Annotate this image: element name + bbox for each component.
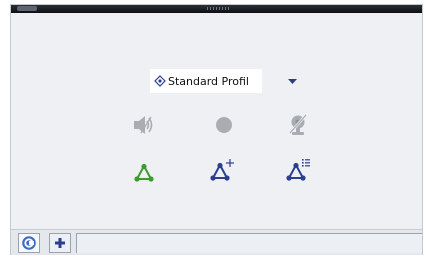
add-tab[interactable] xyxy=(49,233,71,253)
speaker-muted-icon xyxy=(134,116,153,134)
webcam-button[interactable] xyxy=(282,111,314,139)
diamond-icon xyxy=(154,75,166,87)
app-window: Standard Profil xyxy=(10,4,423,255)
title-bar[interactable] xyxy=(11,5,422,13)
record-button[interactable] xyxy=(208,111,240,139)
plus-icon xyxy=(55,238,65,248)
network-list-icon xyxy=(286,159,310,181)
network-add-button[interactable] xyxy=(206,156,238,184)
record-dot-icon xyxy=(216,117,232,133)
profile-selector[interactable]: Standard Profil xyxy=(150,69,262,93)
window-menu-button[interactable] xyxy=(17,6,37,11)
network-list-button[interactable] xyxy=(282,156,314,184)
home-tab[interactable] xyxy=(18,233,40,253)
tab-bar xyxy=(11,229,422,255)
profile-dropdown-button[interactable] xyxy=(286,77,298,87)
chevron-down-icon xyxy=(287,79,297,84)
webcam-off-icon xyxy=(289,114,307,135)
title-grip[interactable] xyxy=(207,7,229,10)
circle-c-icon xyxy=(22,236,36,250)
profile-label: Standard Profil xyxy=(168,74,249,88)
network-add-icon xyxy=(210,159,234,181)
speaker-mute-button[interactable] xyxy=(128,111,160,139)
tab-strip xyxy=(76,233,422,253)
network-green-icon xyxy=(134,163,154,182)
network-button[interactable] xyxy=(128,159,160,187)
